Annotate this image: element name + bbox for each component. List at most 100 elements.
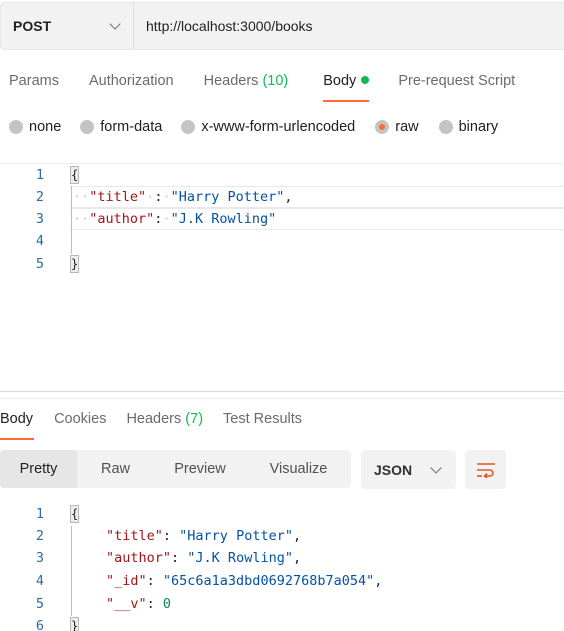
open-brace: {	[70, 505, 79, 523]
radio-label: form-data	[100, 119, 163, 135]
line-number: 3	[35, 550, 44, 566]
chevron-down-icon	[430, 461, 442, 474]
line-number: 1	[35, 167, 44, 183]
tab-label: Headers	[126, 411, 182, 427]
url-input[interactable]: http://localhost:3000/books	[134, 18, 313, 34]
json-key: "__v"	[106, 596, 147, 612]
radio-label: raw	[395, 119, 419, 135]
tab-pre-request-script[interactable]: Pre-request Script	[398, 68, 515, 102]
body-type-radio-group: none form-data x-www-form-urlencoded raw…	[9, 117, 498, 137]
tab-label: Pre-request Script	[398, 73, 516, 89]
radio-label: none	[29, 119, 62, 135]
pane-resize-handle[interactable]	[0, 391, 564, 392]
segment-label: Preview	[174, 461, 226, 477]
code-line: ··"author":·"J.K Rowling"	[73, 211, 277, 227]
indent-guide	[71, 186, 72, 254]
response-view-segmented-control: Pretty Raw Preview Visualize	[0, 450, 351, 488]
code-line: "_id": "65c6a1a3dbd0692768b7a054",	[106, 573, 383, 589]
radio-circle-icon	[80, 120, 95, 134]
radio-circle-icon	[181, 120, 196, 134]
json-string: "Harry Potter"	[179, 528, 293, 544]
response-tabs: Body Cookies Headers (7) Test Results	[0, 406, 302, 440]
tab-headers[interactable]: Headers (10)	[204, 68, 289, 102]
wrap-lines-button[interactable]	[465, 450, 506, 489]
line-number: 2	[35, 528, 44, 544]
view-visualize-button[interactable]: Visualize	[246, 450, 351, 488]
json-key: "title"	[89, 189, 147, 205]
tab-label: Authorization	[88, 73, 174, 89]
close-brace: }	[70, 617, 79, 631]
json-key: "_id"	[106, 573, 147, 589]
json-key: "author"	[89, 211, 155, 227]
tab-label: Test Results	[223, 411, 303, 427]
active-tab-underline	[323, 100, 370, 102]
view-pretty-button[interactable]: Pretty	[0, 450, 77, 488]
json-string: "J.K Rowling"	[170, 211, 277, 227]
line-number: 3	[35, 211, 44, 227]
headers-count: (10)	[262, 73, 289, 89]
tab-cookies[interactable]: Cookies	[54, 406, 106, 440]
line-number: 2	[35, 189, 44, 205]
radio-raw[interactable]: raw	[375, 119, 419, 135]
code-line: "title": "Harry Potter",	[106, 528, 302, 544]
method-label: POST	[13, 18, 52, 34]
json-key: "author"	[106, 550, 172, 566]
line-number: 1	[35, 506, 44, 522]
editor-divider	[0, 163, 564, 164]
headers-count: (7)	[185, 411, 204, 427]
method-select[interactable]: POST	[1, 3, 134, 49]
close-brace: }	[70, 255, 79, 273]
tab-label: Body	[0, 411, 34, 427]
tab-authorization[interactable]: Authorization	[89, 68, 174, 102]
radio-label: x-www-form-urlencoded	[201, 119, 356, 135]
line-number: 4	[35, 573, 44, 589]
tab-label: Cookies	[54, 411, 107, 427]
tab-response-headers[interactable]: Headers (7)	[126, 406, 203, 440]
view-raw-button[interactable]: Raw	[77, 450, 154, 488]
indent-guide	[71, 526, 72, 616]
line-number: 4	[35, 233, 44, 249]
radio-circle-icon	[9, 120, 23, 134]
code-line: ··"title"·:·"Harry Potter",	[73, 189, 293, 205]
format-label: JSON	[374, 461, 413, 478]
view-preview-button[interactable]: Preview	[154, 450, 246, 488]
json-string: "Harry Potter"	[170, 189, 285, 205]
tab-response-body[interactable]: Body	[0, 406, 35, 440]
code-line: {	[70, 503, 79, 525]
tab-label: Body	[323, 73, 357, 89]
radio-form-data[interactable]: form-data	[80, 119, 162, 135]
tab-label: Params	[9, 73, 59, 89]
active-tab-underline	[0, 438, 35, 440]
radio-x-www-form-urlencoded[interactable]: x-www-form-urlencoded	[181, 119, 355, 135]
line-number: 5	[35, 596, 44, 612]
tab-label: Headers	[203, 73, 259, 89]
code-line: }	[70, 615, 79, 631]
modified-indicator-icon	[361, 76, 370, 85]
pane-divider	[0, 398, 564, 399]
segment-label: Raw	[100, 461, 130, 477]
code-line: {	[70, 164, 79, 186]
segment-label: Pretty	[19, 461, 58, 477]
request-tabs: Params Authorization Headers (10) Body P…	[0, 68, 515, 102]
radio-circle-icon	[438, 120, 453, 134]
radio-selected-icon	[375, 120, 390, 134]
response-format-select[interactable]: JSON	[361, 450, 456, 489]
line-number: 6	[35, 618, 44, 631]
wrap-lines-icon	[476, 462, 495, 478]
json-key: "title"	[106, 528, 163, 544]
code-line: "author": "J.K Rowling",	[106, 550, 302, 566]
radio-none[interactable]: none	[9, 119, 61, 135]
segment-label: Visualize	[269, 461, 328, 477]
tab-test-results[interactable]: Test Results	[223, 406, 302, 440]
open-brace: {	[70, 166, 79, 184]
radio-label: binary	[458, 119, 499, 135]
tab-body[interactable]: Body	[323, 68, 370, 102]
url-bar: POST http://localhost:3000/books	[0, 2, 564, 50]
line-number: 5	[35, 256, 44, 272]
tab-params[interactable]: Params	[9, 68, 59, 102]
radio-binary[interactable]: binary	[438, 119, 499, 135]
json-number: 0	[162, 596, 172, 612]
json-string: "65c6a1a3dbd0692768b7a054"	[162, 573, 375, 589]
code-line: }	[70, 253, 79, 275]
json-string: "J.K Rowling"	[187, 550, 293, 566]
